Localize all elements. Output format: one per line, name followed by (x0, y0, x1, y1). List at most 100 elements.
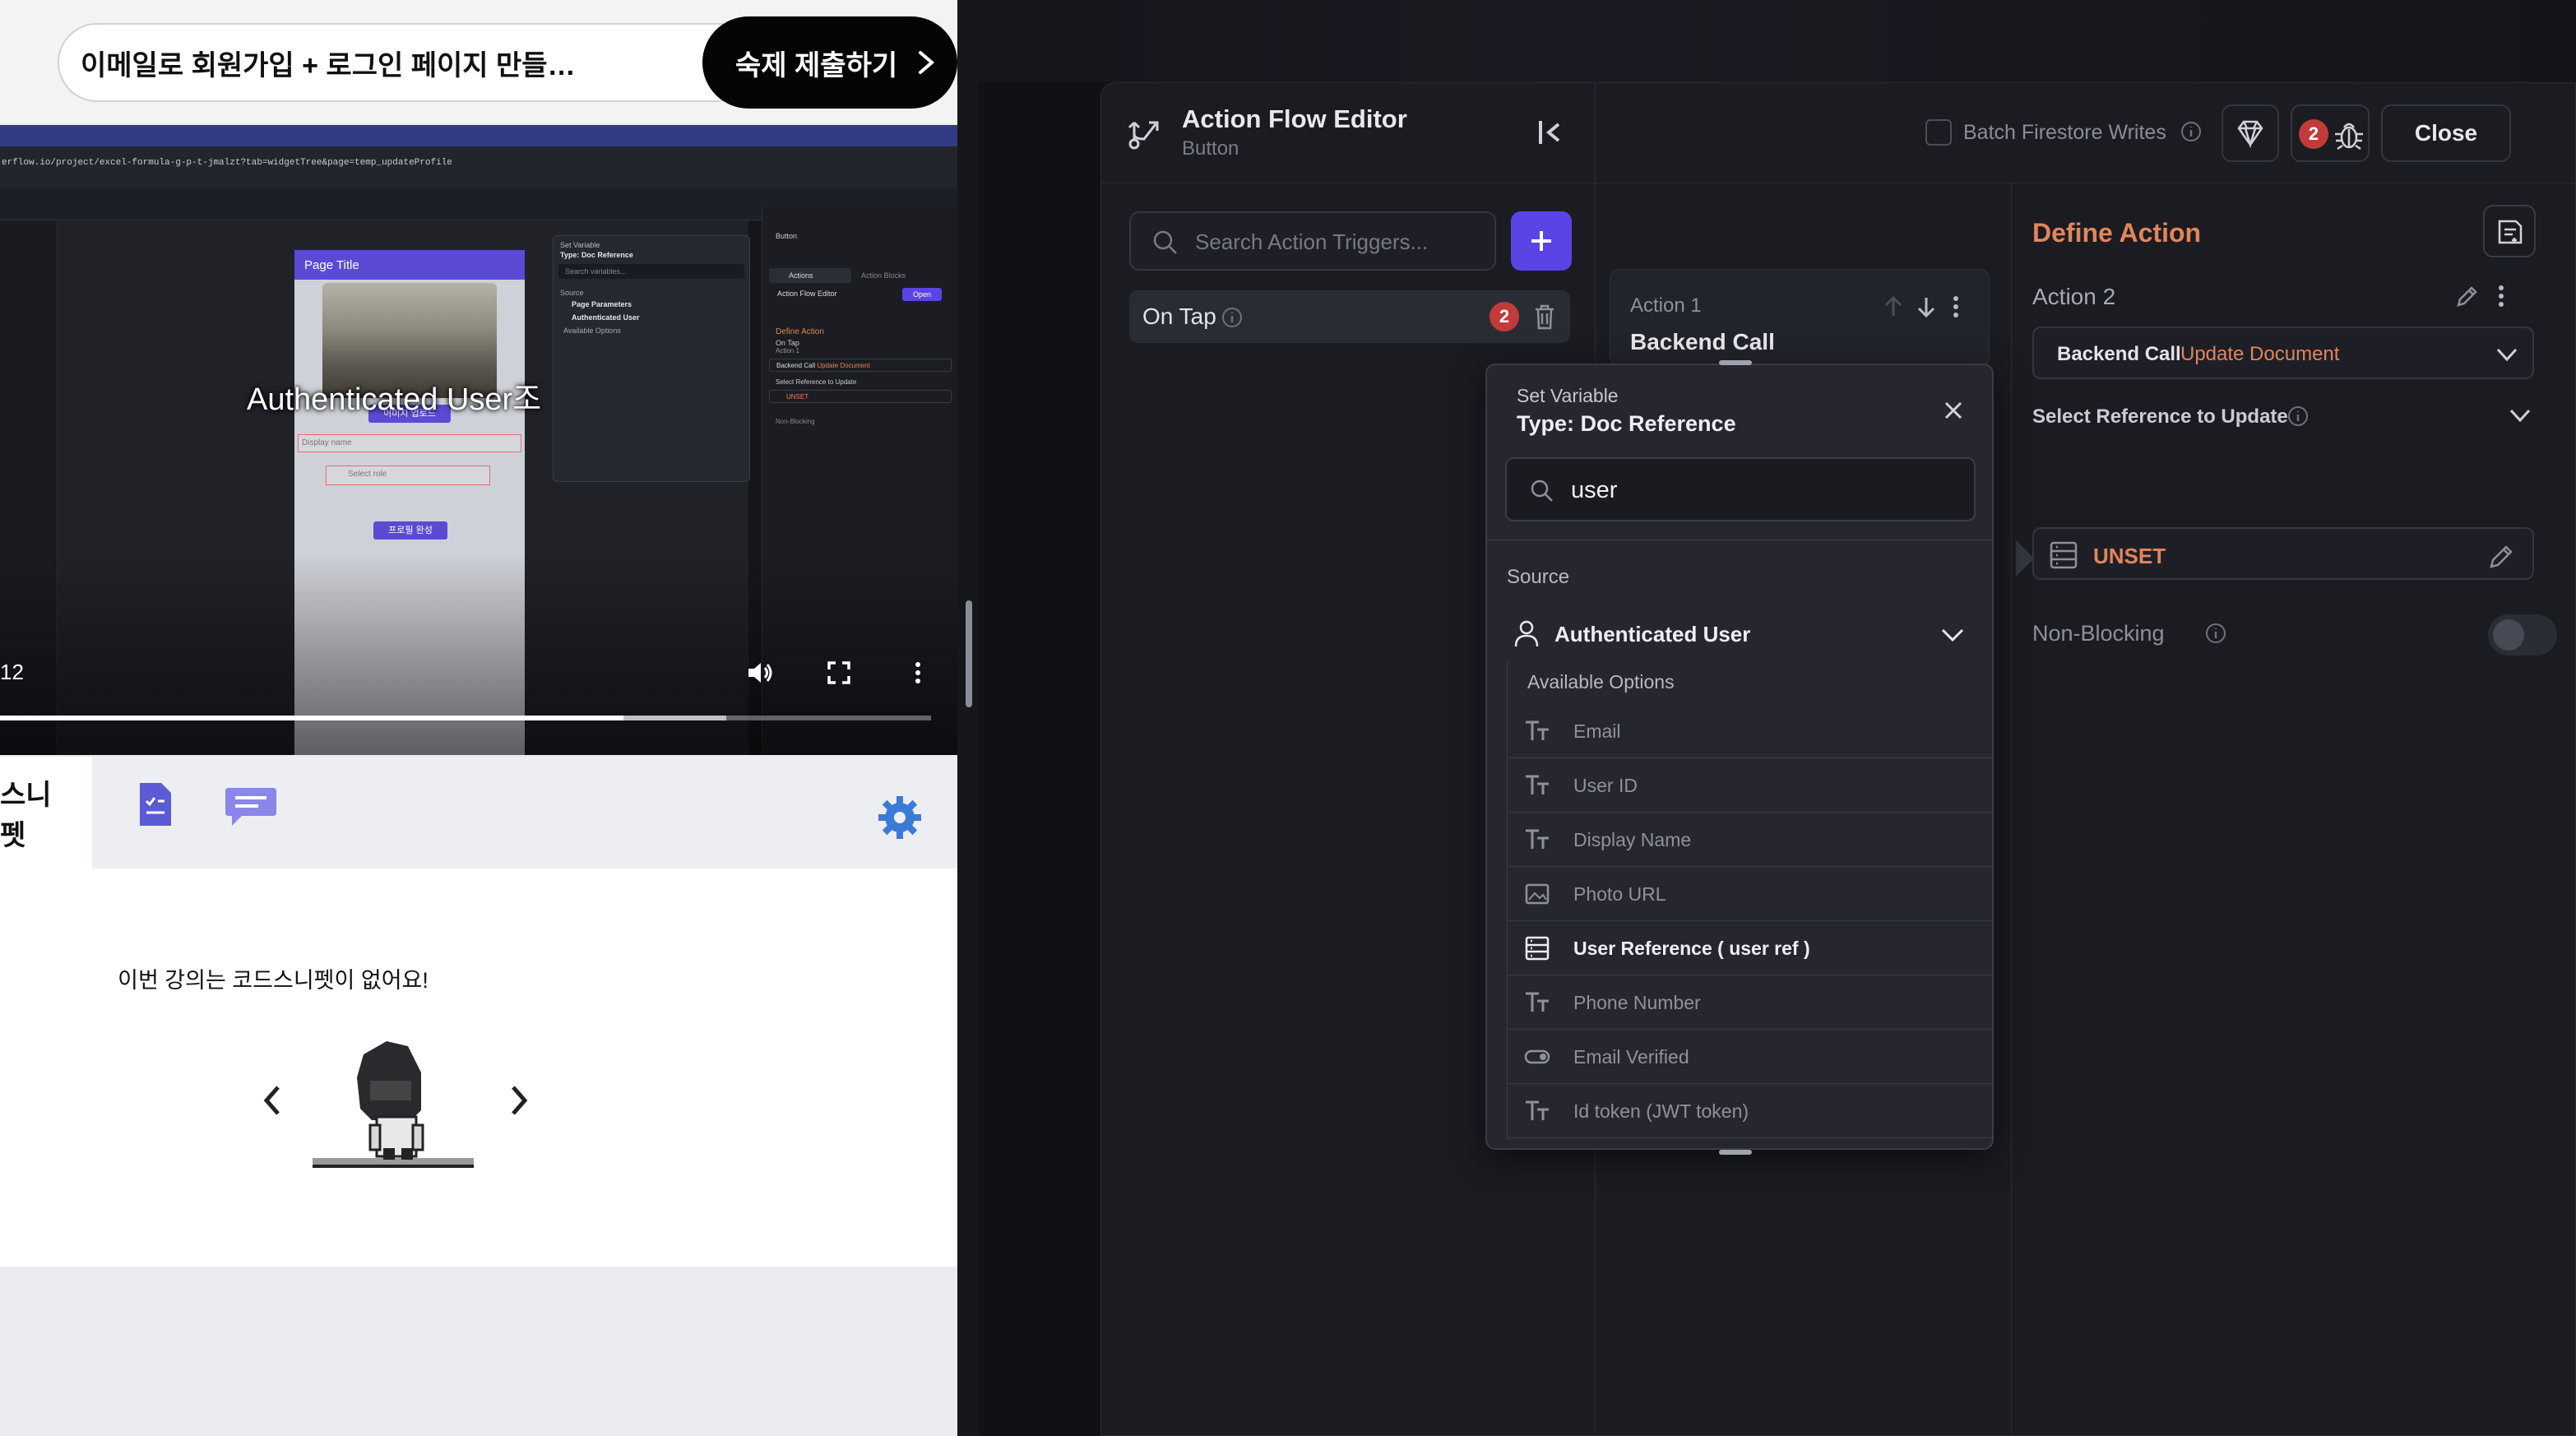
video-panel-ontap: On Tap (776, 339, 799, 347)
variable-option[interactable]: Display Name (1508, 813, 1993, 867)
variable-option-label: Email Verified (1573, 1046, 1689, 1068)
set-variable-popup: Set Variable Type: Doc Reference user So… (1485, 360, 1994, 1155)
video-panel-afe: Action Flow Editor (777, 290, 837, 298)
video-panel-nonblocking: Non-Blocking (776, 418, 815, 425)
video-progress-played (0, 716, 623, 720)
video-browser-tabbar (0, 125, 957, 146)
video-player[interactable]: erflow.io/project/excel-formula-g-p-t-jm… (0, 125, 957, 755)
source-authenticated-user[interactable]: Authenticated User (1507, 607, 1976, 660)
batch-writes-checkbox[interactable] (1925, 119, 1952, 146)
variable-search-value: user (1571, 477, 1618, 503)
variable-option[interactable]: Email Verified (1508, 1030, 1993, 1084)
video-panel-open: Open (902, 288, 942, 301)
collapse-panel-icon[interactable] (1534, 116, 1567, 149)
video-url-text: erflow.io/project/excel-formula-g-p-t-jm… (2, 158, 452, 168)
video-panel-actions-tab: Actions (769, 268, 851, 283)
popup-pointer (2016, 540, 2034, 577)
pencil-icon[interactable] (2488, 542, 2516, 570)
video-popup-available: Available Options (563, 327, 621, 335)
text-type-icon (1526, 992, 1549, 1012)
variable-option[interactable]: Phone Number (1508, 975, 1993, 1030)
flow-branch-icon (1128, 121, 1159, 150)
video-popup-page-params: Page Parameters (572, 300, 632, 308)
define-action-menu-button[interactable] (2483, 205, 2536, 257)
lecture-titlebar: 이메일로 회원가입 + 로그인 페이지 만들… 숙제 제출하기 (0, 0, 957, 123)
video-panel-unset: UNSET (769, 390, 952, 403)
action-2-label: Action 2 (2032, 284, 2116, 309)
trigger-action-count-badge: 2 (1490, 302, 1519, 331)
volume-icon[interactable] (745, 658, 775, 688)
video-time: 12 (0, 660, 24, 684)
variable-option[interactable]: Id token (JWT token) (1508, 1084, 1993, 1138)
batch-writes-label: Batch Firestore Writes (1963, 121, 2166, 144)
define-action-title: Define Action (2032, 218, 2202, 248)
prev-arrow-icon[interactable] (262, 1084, 285, 1117)
chat-bubble-icon[interactable] (224, 785, 278, 829)
debug-button[interactable]: 2 (2291, 104, 2370, 162)
trigger-on-tap[interactable]: On Tap 2 (1129, 290, 1570, 343)
source-authenticated-user-label: Authenticated User (1554, 622, 1751, 646)
variable-option-label: Display Name (1573, 829, 1692, 850)
info-icon[interactable] (1221, 307, 1243, 328)
more-vertical-icon[interactable] (903, 658, 933, 688)
arrow-up-icon[interactable] (1882, 294, 1905, 319)
set-variable-type: Type: Doc Reference (1517, 411, 1736, 436)
more-vertical-icon[interactable] (1948, 294, 1964, 319)
available-options-list: Available Options Email User ID Display Na… (1507, 661, 1993, 1140)
diamond-icon (2237, 120, 2263, 149)
editor-title: Action Flow Editor (1182, 104, 1407, 133)
gear-icon[interactable] (877, 794, 923, 841)
variable-option[interactable]: User Reference ( user ref ) (1508, 921, 1993, 975)
variable-option-label: Phone Number (1573, 992, 1701, 1013)
variable-option[interactable]: Email (1508, 704, 1993, 758)
variable-option[interactable]: User ID (1508, 758, 1993, 813)
info-icon[interactable] (2205, 623, 2226, 644)
video-popup-type: Type: Doc Reference (560, 251, 633, 259)
next-arrow-icon[interactable] (507, 1084, 530, 1117)
chevron-down-icon (2496, 348, 2518, 362)
background-blur (979, 0, 2576, 82)
video-panel-button: Button (776, 232, 798, 240)
backend-call-type: Backend Call (2057, 343, 2181, 365)
variable-search-input[interactable]: user (1505, 457, 1976, 521)
fullscreen-icon[interactable] (824, 658, 854, 688)
non-blocking-toggle[interactable] (2488, 614, 2557, 655)
popup-bottom-handle (1719, 1150, 1752, 1155)
backend-call-select[interactable]: Backend Call Update Document (2032, 327, 2534, 379)
diamond-button[interactable] (2222, 104, 2279, 162)
arrow-down-icon[interactable] (1915, 294, 1938, 319)
search-action-triggers-input[interactable]: Search Action Triggers... (1129, 211, 1496, 271)
snippet-panel: 이번 강의는 코드스니펫이 없어요! (0, 869, 957, 1267)
action-node-1-label: Action 1 (1630, 294, 1702, 317)
video-popup-label: Set Variable (560, 241, 600, 249)
action-node-1-title: Backend Call (1630, 329, 1775, 354)
close-icon[interactable] (1941, 398, 1966, 423)
video-popup-search: Search variables... (558, 264, 744, 279)
tab-snippet[interactable]: 스니펫 (0, 757, 92, 869)
text-type-icon (1526, 720, 1549, 740)
chevron-down-icon[interactable] (2508, 404, 2532, 427)
source-label: Source (1507, 566, 1570, 588)
reference-value-field[interactable]: UNSET (2032, 527, 2534, 580)
backend-call-value: Update Document (2180, 343, 2340, 365)
video-panel-define: Define Action (776, 327, 824, 336)
debug-count-badge: 2 (2299, 119, 2328, 149)
info-icon[interactable] (2287, 405, 2309, 427)
variable-option-label: User Reference ( user ref ) (1573, 938, 1810, 959)
variable-option[interactable]: Photo URL (1508, 867, 1993, 921)
more-vertical-icon[interactable] (2493, 284, 2509, 308)
info-icon[interactable] (2180, 121, 2202, 142)
pencil-icon[interactable] (2455, 284, 2480, 308)
variable-option-label: Email (1573, 720, 1621, 742)
select-reference-label: Select Reference to Update (2032, 405, 2288, 428)
submit-homework-button[interactable]: 숙제 제출하기 (702, 16, 957, 109)
trash-icon[interactable] (1532, 303, 1557, 330)
add-trigger-button[interactable] (1511, 211, 1572, 271)
left-scrollbar-thumb[interactable] (966, 600, 972, 707)
checklist-doc-icon[interactable] (137, 781, 174, 827)
close-button[interactable]: Close (2381, 104, 2511, 162)
text-type-icon (1526, 1100, 1549, 1120)
video-phone-display-name: Display name (298, 434, 521, 452)
video-popup-source: Source (560, 289, 584, 297)
action-node-1[interactable]: Action 1 Backend Call (1610, 269, 1990, 368)
